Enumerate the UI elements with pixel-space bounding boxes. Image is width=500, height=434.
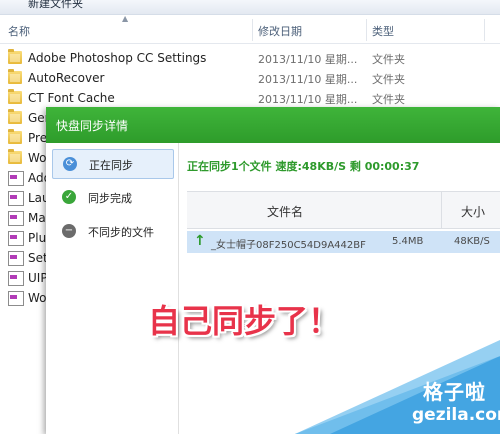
- folder-icon: [8, 49, 22, 64]
- watermark-url: gezila.com: [412, 405, 500, 425]
- upload-arrow-icon: ↑: [194, 233, 206, 249]
- file-name: Ma: [28, 211, 46, 225]
- folder-icon: [8, 109, 22, 124]
- file-icon: [8, 211, 24, 226]
- file-name: UIP: [28, 271, 48, 285]
- watermark-title: 格子啦: [423, 380, 486, 404]
- dialog-title: 快盘同步详情: [56, 119, 129, 133]
- minus-icon: −: [62, 224, 76, 238]
- file-name: Wo: [28, 291, 47, 305]
- nav-item-label: 不同步的文件: [88, 226, 154, 239]
- column-type[interactable]: 类型: [372, 23, 394, 39]
- file-icon: [8, 251, 24, 266]
- file-icon: [8, 271, 24, 286]
- file-date: 2013/11/10 星期...: [258, 73, 358, 86]
- file-row[interactable]: CT Font Cache 2013/11/10 星期... 文件夹: [0, 88, 500, 108]
- nav-item-label: 正在同步: [89, 159, 133, 172]
- new-folder-button[interactable]: 新建文件夹: [28, 0, 83, 11]
- file-date: 2013/11/10 星期...: [258, 93, 358, 106]
- file-date: 2013/11/10 星期...: [258, 53, 358, 66]
- transfer-speed: 48KB/S: [454, 236, 490, 247]
- sync-status-text: 正在同步1个文件 速度:48KB/S 剩 00:00:37: [187, 160, 420, 173]
- folder-icon: [8, 149, 22, 164]
- file-icon: [8, 191, 24, 206]
- header-speed-clip: 速度: [187, 191, 500, 227]
- file-name: Adobe Photoshop CC Settings: [28, 51, 207, 65]
- annotation-caption: 自己同步了！: [148, 302, 341, 340]
- transfer-row[interactable]: ↑ _女士帽子08F250C54D9A442BF 5.4MB 48KB/S: [187, 231, 500, 253]
- transfer-filename: _女士帽子08F250C54D9A442BF: [211, 240, 366, 251]
- file-name: Wo: [28, 151, 47, 165]
- file-name: AutoRecover: [28, 71, 105, 85]
- nav-item[interactable]: − 不同步的文件: [52, 217, 172, 245]
- nav-item-label: 同步完成: [88, 192, 132, 205]
- dialog-titlebar[interactable]: 快盘同步详情: [46, 107, 500, 143]
- file-icon: [8, 231, 24, 246]
- nav-item[interactable]: ✓ 同步完成: [52, 183, 172, 211]
- file-row[interactable]: AutoRecover 2013/11/10 星期... 文件夹: [0, 68, 500, 88]
- sync-sidebar: ⟳ 正在同步 ✓ 同步完成 − 不同步的文件: [46, 143, 179, 434]
- check-icon: ✓: [62, 190, 76, 204]
- file-name: Set: [28, 251, 48, 265]
- transfer-size: 5.4MB: [392, 236, 424, 247]
- sort-up-icon: ▲: [122, 14, 129, 23]
- column-header: ▲ 名称 修改日期 类型: [0, 14, 500, 44]
- folder-icon: [8, 129, 22, 144]
- column-divider[interactable]: [252, 19, 253, 41]
- sync-icon: ⟳: [63, 157, 77, 171]
- column-divider[interactable]: [366, 19, 367, 41]
- explorer-toolbar: 新建文件夹: [0, 0, 500, 15]
- file-type: 文件夹: [372, 73, 405, 86]
- file-type: 文件夹: [372, 93, 405, 106]
- file-type: 文件夹: [372, 53, 405, 66]
- file-icon: [8, 291, 24, 306]
- file-icon: [8, 171, 24, 186]
- file-row[interactable]: Adobe Photoshop CC Settings 2013/11/10 星期…: [0, 48, 500, 68]
- folder-icon: [8, 69, 22, 84]
- column-divider[interactable]: [484, 19, 485, 41]
- folder-icon: [8, 89, 22, 104]
- column-name[interactable]: 名称: [8, 23, 30, 39]
- column-date[interactable]: 修改日期: [258, 23, 302, 39]
- nav-item[interactable]: ⟳ 正在同步: [52, 149, 174, 179]
- file-name: CT Font Cache: [28, 91, 115, 105]
- file-name: Pre: [28, 131, 48, 145]
